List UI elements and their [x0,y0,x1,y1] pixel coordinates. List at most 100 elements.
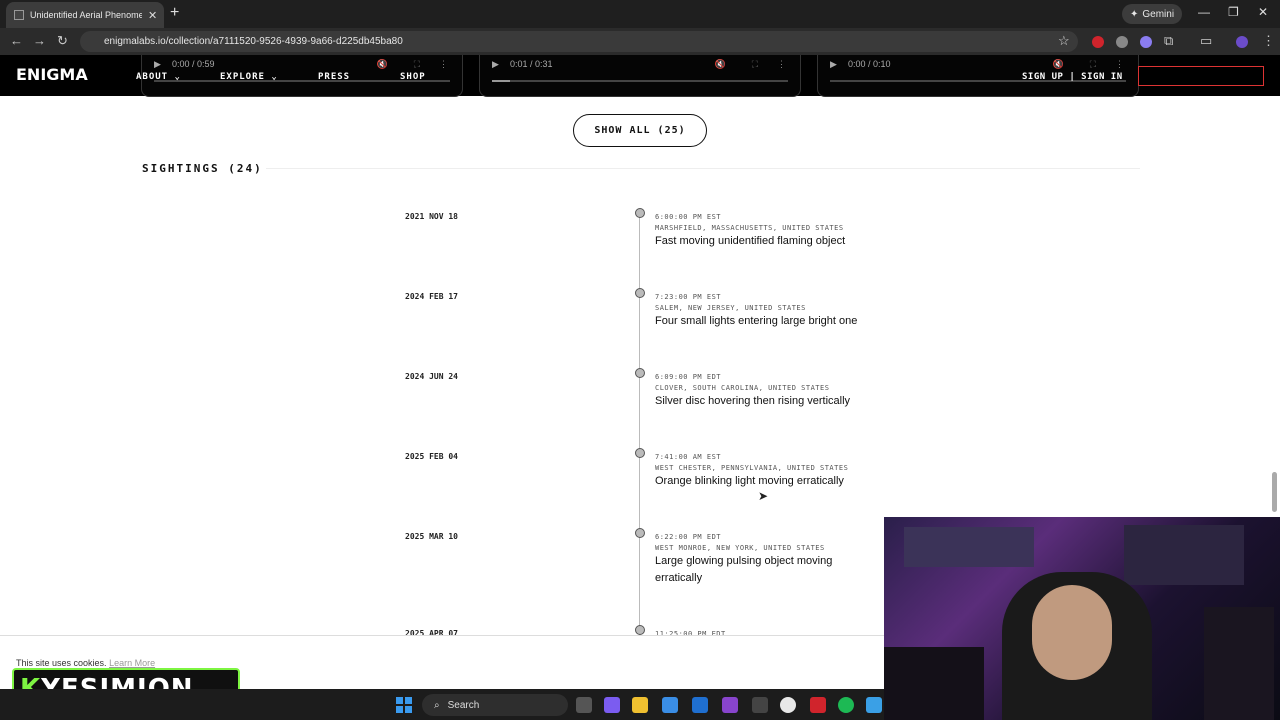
task-view-icon[interactable] [576,697,592,713]
app-icon[interactable] [752,697,768,713]
more-options-icon[interactable]: ⋮ [439,59,448,70]
sighting-location: MARSHFIELD, MASSACHUSETTS, UNITED STATES [655,224,844,232]
reload-button[interactable]: ↻ [57,33,68,49]
desk-equipment [884,647,984,720]
wall-frames [904,527,1034,567]
maps-pin-icon[interactable] [810,697,826,713]
sighting-description[interactable]: Silver disc hovering then rising vertica… [655,393,875,410]
sighting-description[interactable]: Large glowing pulsing object moving erra… [655,553,875,587]
extension-purple-icon[interactable] [1140,36,1152,48]
fullscreen-icon[interactable]: ⛶ [1090,59,1096,70]
back-button[interactable]: ← [10,33,23,48]
tab-title: Unidentified Aerial Phenomena [30,10,142,20]
store-icon[interactable] [662,697,678,713]
guitars [1204,607,1274,720]
windows-start-icon[interactable] [396,697,412,713]
timeline-dot [635,625,645,635]
play-icon[interactable]: ▶ [154,59,161,70]
maximize-button[interactable]: ❐ [1228,5,1239,19]
file-explorer-icon[interactable] [632,697,648,713]
sighting-date: 2025 MAR 10 [405,532,458,541]
taskbar-search[interactable]: ⌕ Search [422,694,568,716]
sighting-time: 7:23:00 PM EST [655,293,722,301]
office-icon[interactable] [722,697,738,713]
streamer-face [1032,585,1112,680]
section-divider [266,168,1140,169]
sighting-date: 2024 JUN 24 [405,372,458,381]
url-text: enigmalabs.io/collection/a7111520-9526-4… [104,36,403,47]
mouse-cursor-icon: ➤ [758,489,769,503]
promo-banner[interactable] [1138,66,1264,86]
sighting-description[interactable]: Four small lights entering large bright … [655,313,875,330]
spotify-icon[interactable] [838,697,854,713]
sighting-time: 6:00:00 PM EST [655,213,722,221]
sighting-location: WEST MONROE, NEW YORK, UNITED STATES [655,544,825,552]
sighting-time: 6:22:00 PM EDT [655,533,722,541]
player-progress-fill [492,80,510,82]
timeline-dot [635,208,645,218]
nav-about[interactable]: ABOUT ⌄ [136,72,181,82]
extension-gray-icon[interactable] [1116,36,1128,48]
browser-tab-bar: Unidentified Aerial Phenomena ✕ + ✦ Gemi… [0,0,1280,28]
puzzle-icon[interactable]: ⧉ [1164,33,1173,49]
more-options-icon[interactable]: ⋮ [777,59,786,70]
play-icon[interactable]: ▶ [830,59,837,70]
sighting-location: CLOVER, SOUTH CAROLINA, UNITED STATES [655,384,830,392]
new-tab-button[interactable]: + [170,4,184,22]
copilot-icon[interactable] [604,697,620,713]
browser-menu-icon[interactable]: ⋮ [1262,33,1275,49]
timeline-line [639,212,640,642]
cookie-message: This site uses cookies. [16,658,107,668]
window-close-button[interactable]: ✕ [1258,5,1268,19]
sign-up-sign-in-links[interactable]: SIGN UP | SIGN IN [1022,72,1123,82]
wall-posters [1124,525,1244,585]
timeline-dot [635,448,645,458]
tab-close-icon[interactable]: ✕ [148,9,157,22]
enigma-logo[interactable]: ENIGMA [16,65,88,84]
cookie-learn-more-link[interactable]: Learn More [109,658,155,668]
page-scrollbar[interactable] [1272,472,1277,512]
fullscreen-icon[interactable]: ⛶ [414,59,420,70]
webcam-overlay [884,517,1280,720]
sighting-date: 2025 FEB 04 [405,452,458,461]
forward-button[interactable]: → [33,33,46,48]
sighting-description[interactable]: Orange blinking light moving erratically [655,473,875,490]
mute-icon[interactable]: 🔇 [377,59,388,70]
sighting-time: 7:41:00 AM EST [655,453,722,461]
chrome-icon[interactable] [780,697,796,713]
sighting-description[interactable]: Fast moving unidentified flaming object [655,233,875,250]
favicon-icon [14,10,24,20]
mute-icon[interactable]: 🔇 [1053,59,1064,70]
mail-icon[interactable] [692,697,708,713]
gemini-button[interactable]: ✦ Gemini [1122,4,1183,24]
windows-taskbar: ⌕ Search [0,689,884,720]
show-all-button[interactable]: SHOW ALL (25) [573,114,707,147]
profile-avatar[interactable] [1236,36,1248,48]
browser-tab[interactable]: Unidentified Aerial Phenomena ✕ [6,2,164,28]
extension-red-icon[interactable] [1092,36,1104,48]
player-time: 0:00 / 0:59 [172,59,215,69]
sighting-date: 2021 NOV 18 [405,212,458,221]
sidepanel-icon[interactable]: ▭ [1200,33,1212,49]
cookie-text: This site uses cookies. Learn More [16,658,155,668]
nav-explore[interactable]: EXPLORE ⌄ [220,72,278,82]
sparkle-icon: ✦ [1130,8,1139,20]
notepad-icon[interactable] [866,697,882,713]
sighting-time: 6:09:00 PM EDT [655,373,722,381]
sighting-location: WEST CHESTER, PENNSYLVANIA, UNITED STATE… [655,464,849,472]
mute-icon[interactable]: 🔇 [715,59,726,70]
minimize-button[interactable]: — [1198,5,1210,19]
player-time: 0:00 / 0:10 [848,59,891,69]
search-icon: ⌕ [434,699,440,711]
play-icon[interactable]: ▶ [492,59,499,70]
taskbar-search-label: Search [447,699,480,711]
timeline-dot [635,528,645,538]
bookmark-star-icon[interactable]: ☆ [1058,33,1070,49]
url-input[interactable]: enigmalabs.io/collection/a7111520-9526-4… [80,31,1078,52]
player-progress-track[interactable] [492,80,788,82]
nav-press[interactable]: PRESS [318,72,350,82]
nav-shop[interactable]: SHOP [400,72,426,82]
audio-player[interactable]: ▶ 0:01 / 0:31 🔇 ⛶ ⋮ [479,55,801,97]
fullscreen-icon[interactable]: ⛶ [752,59,758,70]
more-options-icon[interactable]: ⋮ [1115,59,1124,70]
